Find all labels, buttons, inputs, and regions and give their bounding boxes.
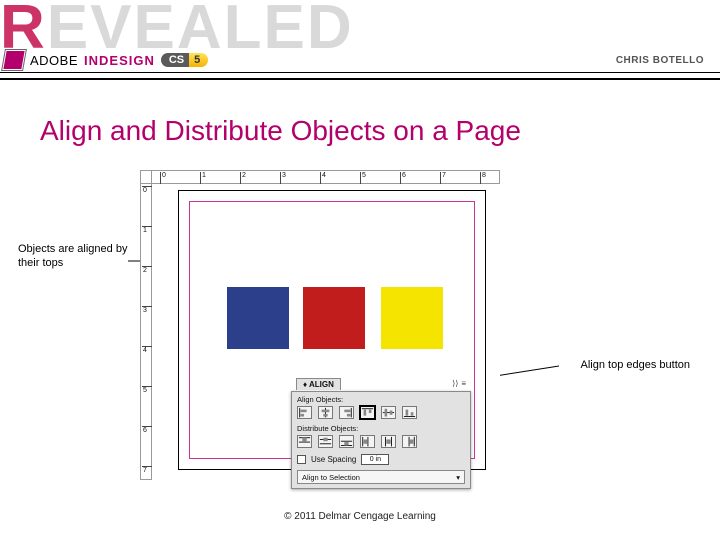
h-tick-8: 8 xyxy=(482,172,486,179)
distribute-right-button[interactable] xyxy=(402,435,417,448)
v-tick-0: 0 xyxy=(143,187,147,194)
indesign-screenshot: 0 1 2 3 4 5 6 7 8 0 1 2 3 4 5 6 7 ♦ ALIG… xyxy=(140,170,500,480)
use-spacing-label: Use Spacing xyxy=(311,455,356,464)
align-right-button[interactable] xyxy=(339,406,354,419)
use-spacing-row: Use Spacing 0 in xyxy=(297,454,465,465)
spacing-value-field[interactable]: 0 in xyxy=(361,454,389,465)
panel-collapse-icon[interactable]: ⟩⟩ xyxy=(452,379,458,388)
align-bottom-button[interactable] xyxy=(402,406,417,419)
vertical-ruler[interactable]: 0 1 2 3 4 5 6 7 xyxy=(140,184,152,480)
align-h-center-button[interactable] xyxy=(318,406,333,419)
author-name: CHRIS BOTELLO xyxy=(616,55,704,66)
callout-objects-aligned: Objects are aligned by their tops xyxy=(18,243,138,271)
header-rule-thin xyxy=(0,72,720,73)
h-tick-3: 3 xyxy=(282,172,286,179)
indesign-logo-icon xyxy=(2,50,26,70)
align-panel[interactable]: ♦ ALIGN ⟩⟩ ≡ Align Objects: Distribute O… xyxy=(291,391,471,489)
align-top-button[interactable] xyxy=(360,406,375,419)
use-spacing-checkbox[interactable] xyxy=(297,455,306,464)
ruler-origin[interactable] xyxy=(140,170,152,184)
align-objects-label: Align Objects: xyxy=(297,395,343,404)
header-rule-thick xyxy=(0,78,720,80)
h-tick-7: 7 xyxy=(442,172,446,179)
horizontal-ruler[interactable]: 0 1 2 3 4 5 6 7 8 xyxy=(152,170,500,184)
v-tick-3: 3 xyxy=(143,307,147,314)
brand-adobe: ADOBE xyxy=(30,53,78,68)
distribute-top-button[interactable] xyxy=(297,435,312,448)
brand-product: INDESIGN xyxy=(84,53,155,68)
distribute-objects-row xyxy=(297,435,465,448)
blue-rectangle[interactable] xyxy=(227,287,289,349)
v-tick-6: 6 xyxy=(143,427,147,434)
distribute-h-center-button[interactable] xyxy=(381,435,396,448)
h-tick-1: 1 xyxy=(202,172,206,179)
badge-cs: CS xyxy=(161,53,189,67)
copyright-footer: © 2011 Delmar Cengage Learning xyxy=(0,511,720,522)
align-objects-row xyxy=(297,406,465,419)
panel-controls: ⟩⟩ ≡ xyxy=(452,379,466,388)
panel-menu-icon[interactable]: ≡ xyxy=(461,379,466,388)
v-tick-4: 4 xyxy=(143,347,147,354)
distribute-left-button[interactable] xyxy=(360,435,375,448)
document-page[interactable]: ♦ ALIGN ⟩⟩ ≡ Align Objects: Distribute O… xyxy=(178,190,486,470)
distribute-bottom-button[interactable] xyxy=(339,435,354,448)
align-v-center-button[interactable] xyxy=(381,406,396,419)
yellow-rectangle[interactable] xyxy=(381,287,443,349)
v-tick-2: 2 xyxy=(143,267,147,274)
book-header: REVEALED ADOBE INDESIGN CS 5 CHRIS BOTEL… xyxy=(0,0,720,80)
h-tick-0: 0 xyxy=(162,172,166,179)
v-tick-1: 1 xyxy=(143,227,147,234)
v-tick-7: 7 xyxy=(143,467,147,474)
h-tick-6: 6 xyxy=(402,172,406,179)
badge-version: 5 xyxy=(189,53,208,67)
page-title: Align and Distribute Objects on a Page xyxy=(40,115,521,147)
red-rectangle[interactable] xyxy=(303,287,365,349)
callout-align-top-button: Align top edges button xyxy=(581,359,690,373)
dropdown-chevron-icon: ▾ xyxy=(456,473,460,482)
brand-lockup: ADOBE INDESIGN CS 5 xyxy=(4,50,208,70)
distribute-v-center-button[interactable] xyxy=(318,435,333,448)
h-tick-2: 2 xyxy=(242,172,246,179)
align-panel-tab[interactable]: ♦ ALIGN xyxy=(296,378,341,390)
align-to-label: Align to Selection xyxy=(302,473,360,482)
v-tick-5: 5 xyxy=(143,387,147,394)
h-tick-5: 5 xyxy=(362,172,366,179)
align-panel-tab-label: ALIGN xyxy=(309,380,334,389)
version-badge: CS 5 xyxy=(161,53,208,67)
distribute-objects-label: Distribute Objects: xyxy=(297,424,358,433)
h-tick-4: 4 xyxy=(322,172,326,179)
align-to-dropdown[interactable]: Align to Selection ▾ xyxy=(297,470,465,484)
align-left-button[interactable] xyxy=(297,406,312,419)
